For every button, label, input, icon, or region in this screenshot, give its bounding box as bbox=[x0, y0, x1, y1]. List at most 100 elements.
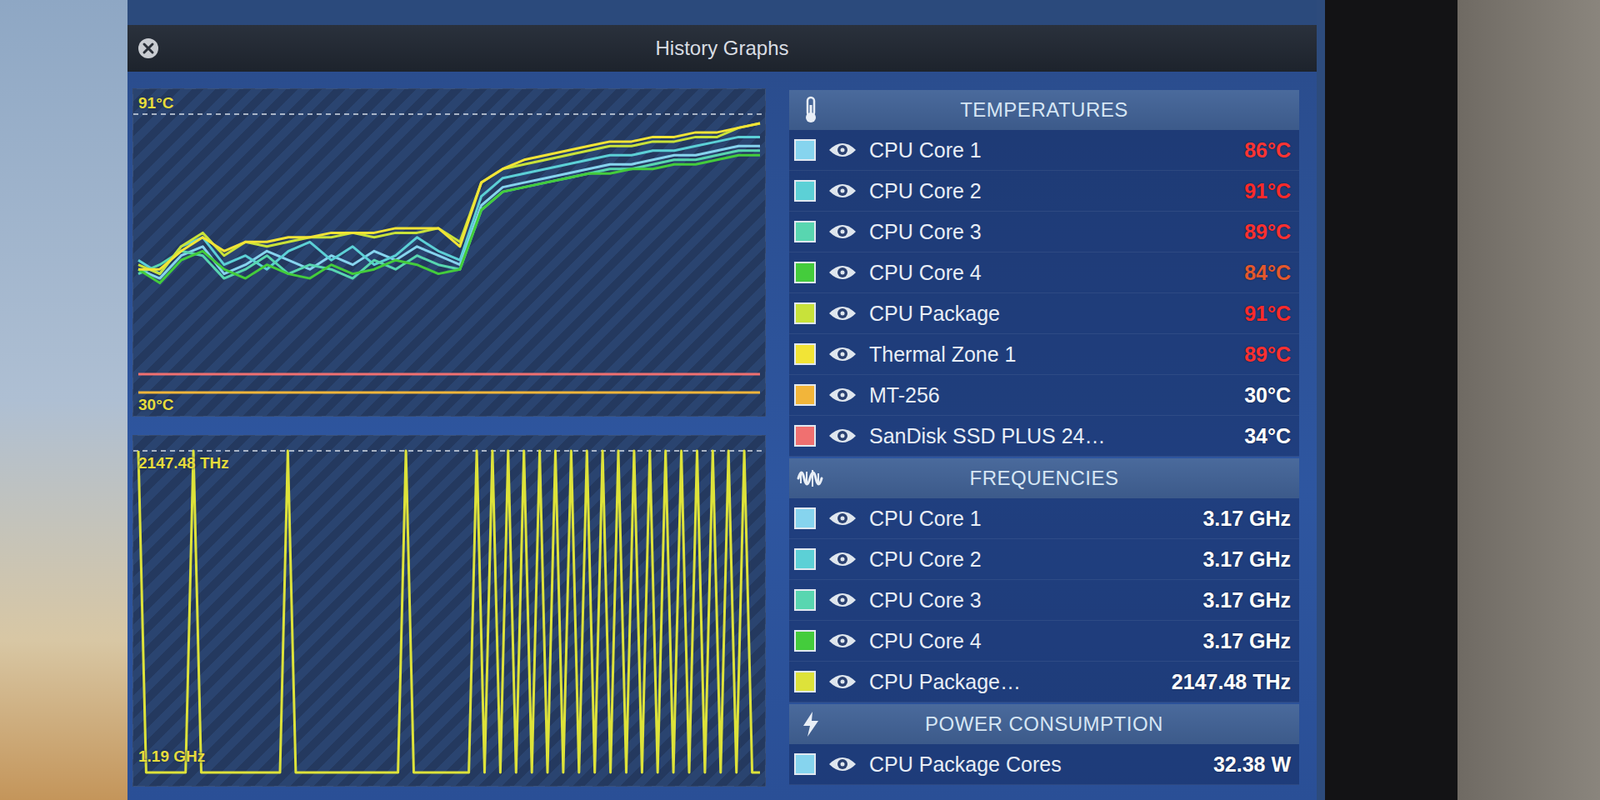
sensor-value: 34°C bbox=[1244, 424, 1291, 449]
title-bar: History Graphs bbox=[127, 25, 1317, 72]
sensor-row: CPU Core 4 84°C bbox=[789, 252, 1300, 294]
sensor-label: CPU Core 4 bbox=[869, 629, 1191, 654]
frequency-chart: 2147.48 THz1.19 GHz bbox=[132, 435, 766, 787]
color-swatch[interactable] bbox=[794, 630, 816, 652]
eye-icon[interactable] bbox=[827, 590, 858, 610]
max-line bbox=[133, 450, 765, 452]
sensor-label: Thermal Zone 1 bbox=[869, 342, 1233, 367]
color-swatch[interactable] bbox=[794, 507, 816, 530]
max-line bbox=[133, 113, 765, 115]
eye-icon[interactable] bbox=[827, 549, 858, 570]
wallpaper bbox=[0, 0, 128, 800]
graphs-column: 91°C 30°C 2147.48 THz1.19 GHz bbox=[132, 88, 766, 800]
series-line bbox=[138, 391, 760, 395]
sensor-row: MT-256 30°C bbox=[789, 375, 1300, 416]
eye-icon[interactable] bbox=[827, 630, 858, 651]
sensor-label: CPU Core 1 bbox=[869, 138, 1233, 163]
sensor-value: 84°C bbox=[1244, 260, 1291, 285]
color-swatch[interactable] bbox=[794, 302, 816, 325]
screen-edge bbox=[1316, 0, 1325, 800]
history-graphs-window: History Graphs 91°C 30°C 2147.48 THz1.19 GH… bbox=[127, 25, 1317, 800]
eye-icon[interactable] bbox=[827, 754, 858, 775]
sensor-value: 3.17 GHz bbox=[1202, 629, 1291, 654]
sensor-value: 32.38 W bbox=[1213, 752, 1291, 777]
color-swatch[interactable] bbox=[794, 261, 816, 284]
sensor-label: SanDisk SSD PLUS 24… bbox=[869, 424, 1233, 449]
sensor-label: CPU Core 3 bbox=[869, 220, 1233, 245]
color-swatch[interactable] bbox=[794, 589, 816, 611]
sensor-value: 3.17 GHz bbox=[1202, 547, 1291, 572]
sensor-row: CPU Core 1 86°C bbox=[789, 130, 1300, 171]
eye-icon[interactable] bbox=[827, 508, 858, 529]
series-line bbox=[138, 123, 760, 270]
sensor-label: MT-256 bbox=[869, 383, 1233, 408]
sensor-value: 2147.48 THz bbox=[1171, 670, 1291, 695]
sensor-value: 89°C bbox=[1244, 342, 1291, 367]
eye-icon[interactable] bbox=[827, 425, 858, 446]
sensor-label: CPU Package bbox=[869, 301, 1233, 326]
sensor-value: 3.17 GHz bbox=[1202, 588, 1291, 613]
power-header: POWER CONSUMPTION bbox=[789, 704, 1300, 745]
sensor-row: CPU Core 2 91°C bbox=[789, 170, 1300, 212]
sensor-value: 86°C bbox=[1244, 138, 1291, 163]
color-swatch[interactable] bbox=[794, 384, 816, 406]
sensor-label: CPU Package… bbox=[869, 670, 1160, 695]
section-title: TEMPERATURES bbox=[825, 98, 1300, 122]
window-content: 91°C 30°C 2147.48 THz1.19 GHz TEMPERATURES C… bbox=[127, 71, 1317, 800]
sensor-row: CPU Core 3 3.17 GHz bbox=[789, 580, 1300, 621]
temperature-chart: 91°C 30°C bbox=[132, 88, 766, 417]
series-line bbox=[138, 155, 760, 283]
eye-icon[interactable] bbox=[827, 344, 858, 365]
color-swatch[interactable] bbox=[794, 139, 816, 161]
thermometer-icon bbox=[795, 95, 826, 125]
sensor-row: CPU Core 1 3.17 GHz bbox=[789, 498, 1300, 540]
lightning-icon bbox=[795, 709, 826, 740]
eye-icon[interactable] bbox=[827, 303, 858, 324]
sensor-label: CPU Core 2 bbox=[869, 179, 1233, 204]
sensor-label: CPU Core 3 bbox=[869, 588, 1191, 613]
sensor-row: CPU Core 4 3.17 GHz bbox=[789, 620, 1300, 662]
sensor-value: 3.17 GHz bbox=[1202, 506, 1291, 531]
eye-icon[interactable] bbox=[827, 262, 858, 283]
waveform-icon bbox=[795, 463, 826, 494]
sensor-value: 91°C bbox=[1244, 179, 1291, 204]
wall bbox=[1457, 0, 1600, 800]
color-swatch[interactable] bbox=[794, 425, 816, 447]
sensor-row: CPU Package… 2147.48 THz bbox=[789, 661, 1300, 703]
series-line bbox=[138, 123, 760, 275]
color-swatch[interactable] bbox=[794, 670, 816, 693]
section-title: POWER CONSUMPTION bbox=[825, 712, 1300, 736]
eye-icon[interactable] bbox=[827, 671, 858, 692]
series-line bbox=[138, 136, 760, 274]
sensor-row: CPU Core 2 3.17 GHz bbox=[789, 539, 1300, 580]
monitor-bezel bbox=[1325, 0, 1458, 800]
color-swatch[interactable] bbox=[794, 343, 816, 365]
color-swatch[interactable] bbox=[794, 180, 816, 202]
eye-icon[interactable] bbox=[827, 180, 858, 201]
section-title: FREQUENCIES bbox=[825, 466, 1300, 490]
series-line bbox=[138, 150, 760, 279]
sensor-value: 30°C bbox=[1244, 383, 1291, 408]
sensor-label: CPU Core 1 bbox=[869, 506, 1191, 531]
screen: History Graphs 91°C 30°C 2147.48 THz1.19 GH… bbox=[127, 0, 1317, 800]
sensor-label: CPU Package Cores bbox=[869, 752, 1202, 777]
color-swatch[interactable] bbox=[794, 220, 816, 243]
eye-icon[interactable] bbox=[827, 221, 858, 242]
sensor-value: 89°C bbox=[1244, 220, 1291, 245]
eye-icon[interactable] bbox=[827, 385, 858, 405]
sensor-row: CPU Core 3 89°C bbox=[789, 211, 1300, 253]
eye-icon[interactable] bbox=[827, 140, 858, 160]
close-icon[interactable] bbox=[135, 35, 161, 61]
color-swatch[interactable] bbox=[794, 753, 816, 775]
sensor-label: CPU Core 4 bbox=[869, 260, 1233, 285]
sensor-list: TEMPERATURES CPU Core 1 86°C CPU Core 2 91°C… bbox=[789, 88, 1300, 800]
min-label: 30°C bbox=[138, 395, 174, 415]
max-label: 91°C bbox=[138, 94, 174, 113]
sensor-label: CPU Core 2 bbox=[869, 547, 1191, 572]
sensor-row: SanDisk SSD PLUS 24… 34°C bbox=[789, 415, 1300, 457]
color-swatch[interactable] bbox=[794, 548, 816, 570]
sensor-value: 91°C bbox=[1244, 301, 1291, 326]
frequency-header: FREQUENCIES bbox=[789, 458, 1300, 499]
temperature-header: TEMPERATURES bbox=[789, 90, 1300, 130]
max-label: 2147.48 THz bbox=[138, 454, 230, 473]
